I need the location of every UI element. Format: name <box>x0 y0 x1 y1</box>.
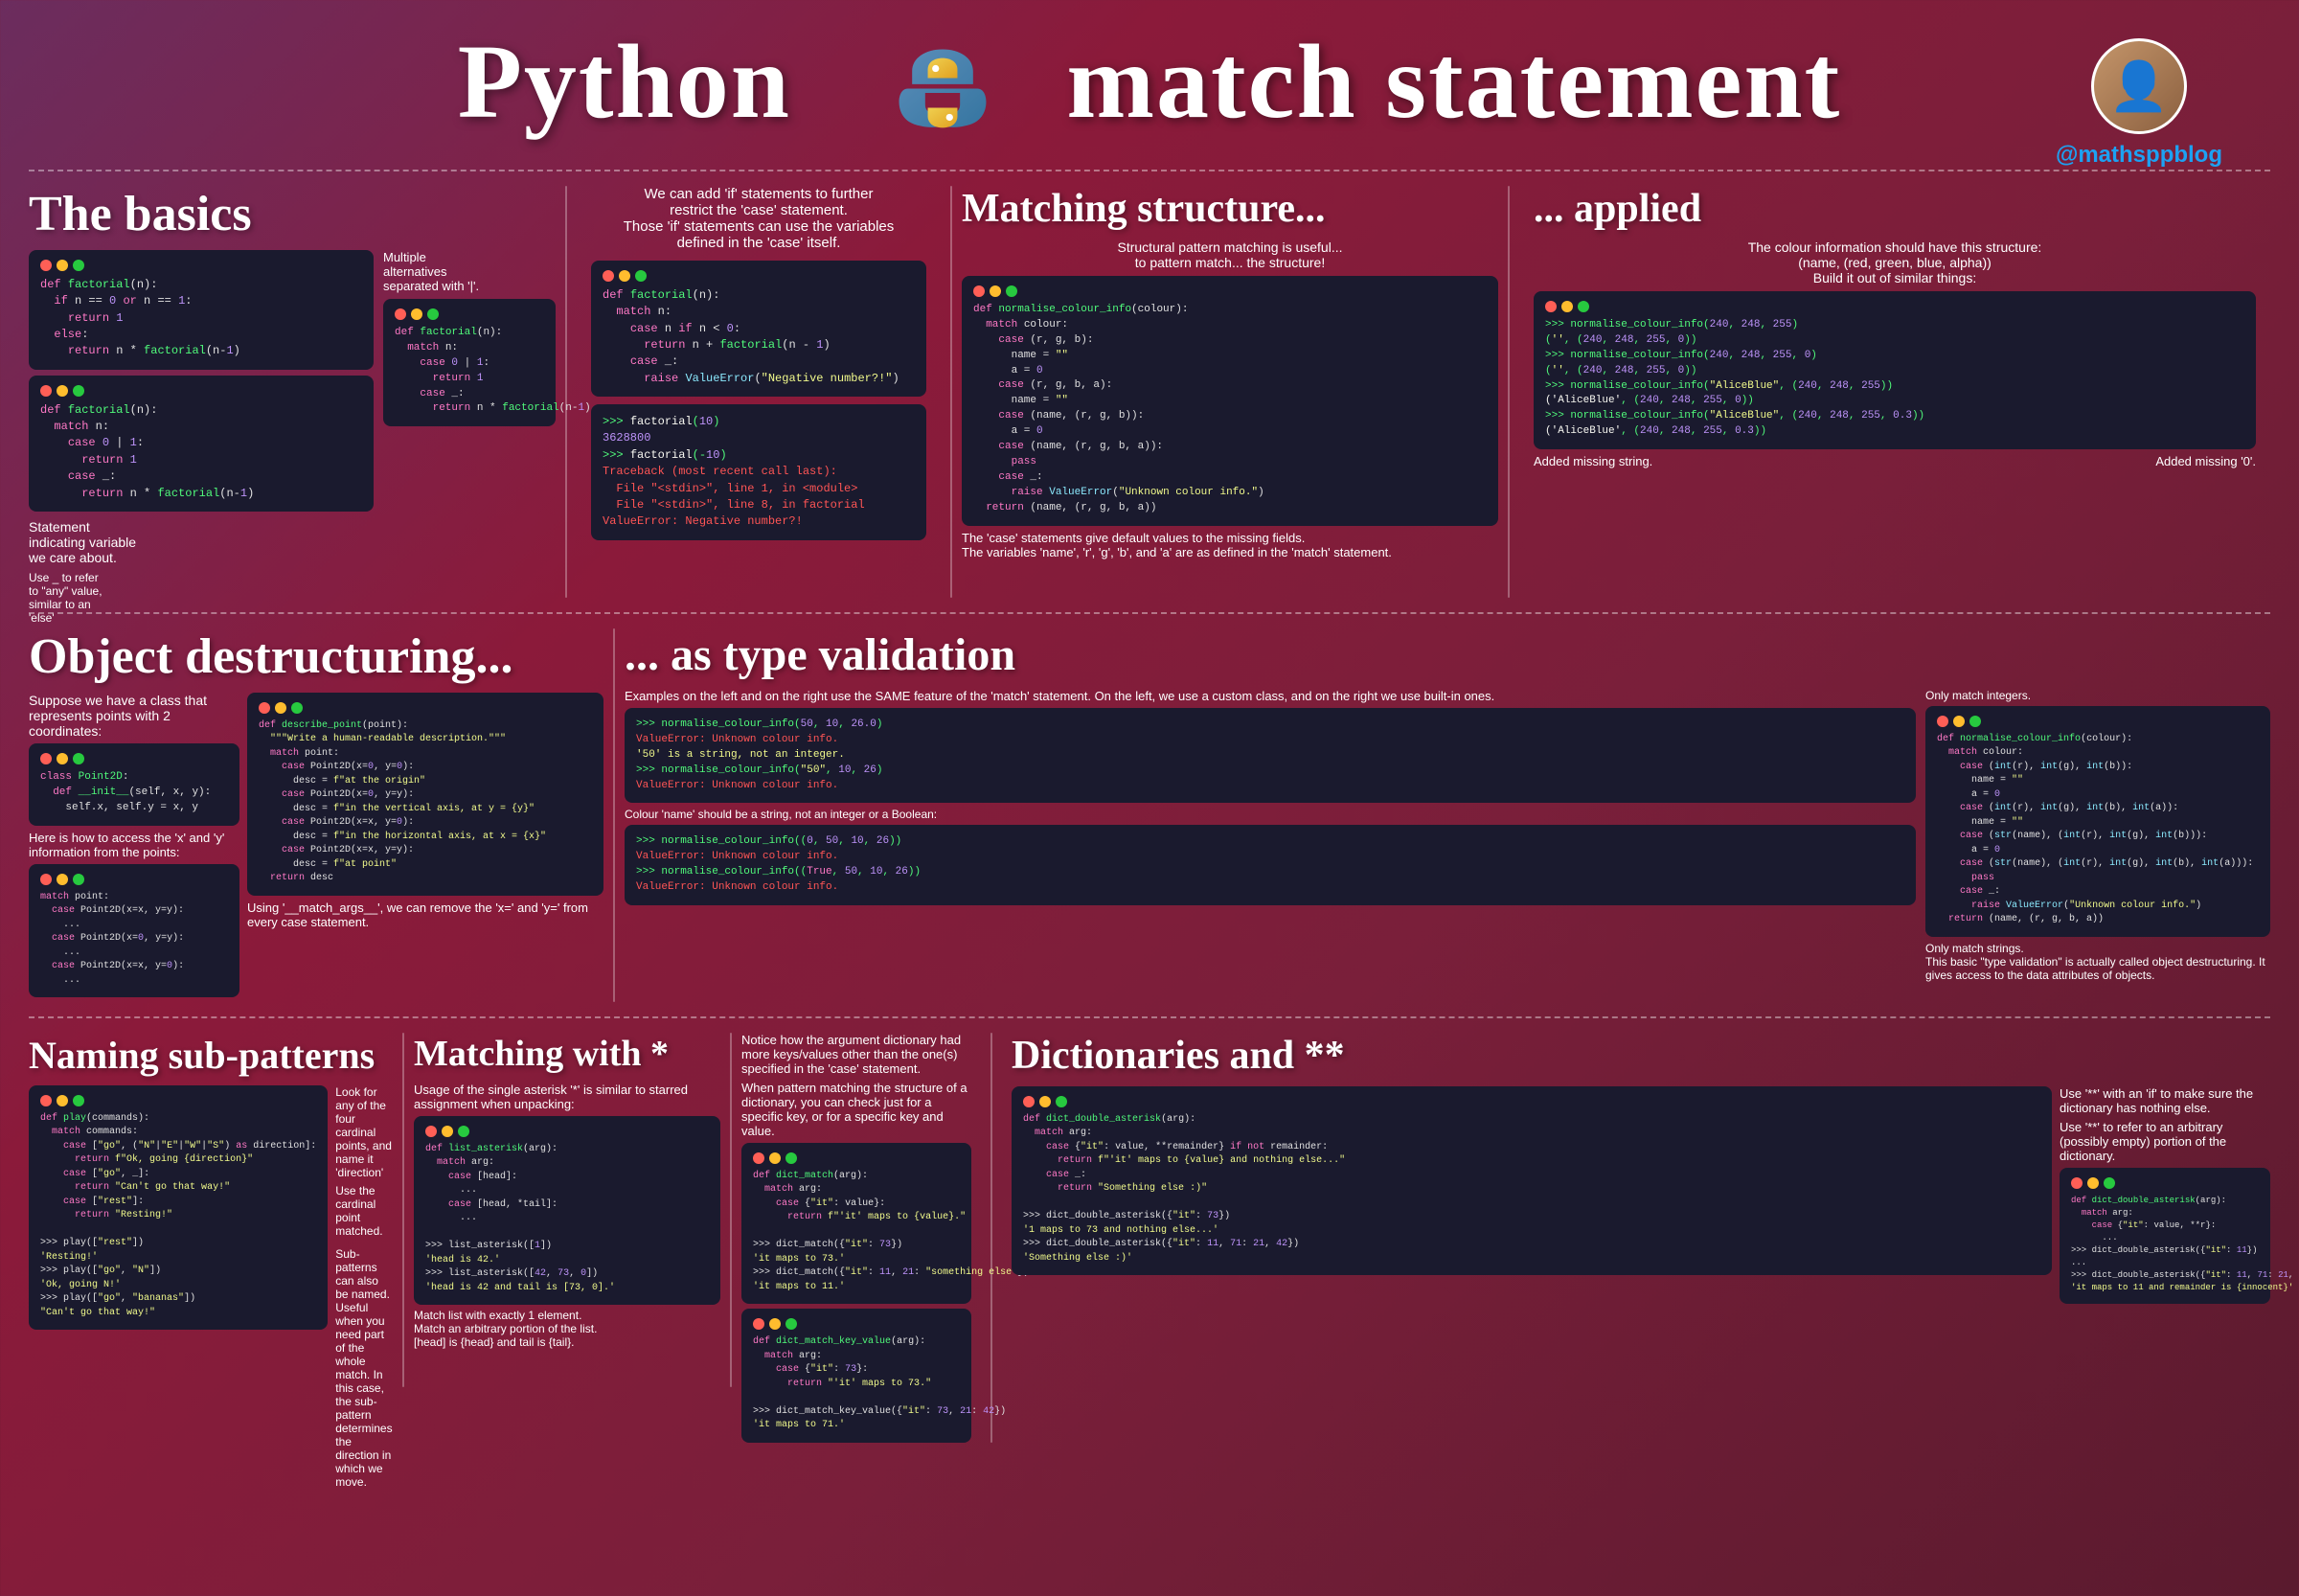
guard-code-2: >>> factorial(10) 3628800 >>> factorial(… <box>591 404 926 540</box>
dict-code-4: def dict_double_asterisk(arg): match arg… <box>2060 1168 2270 1304</box>
tv-code-2: >>> normalise_colour_info((0, 50, 10, 26… <box>625 825 1916 905</box>
divider-top <box>29 170 2270 171</box>
basics-section: The basics def factorial(n): if n == 0 o… <box>29 186 556 598</box>
guard-annotation: We can add 'if' statements to further re… <box>591 186 926 251</box>
tv-code-3: def normalise_colour_info(colour): match… <box>1925 706 2270 937</box>
divider-bot <box>29 1016 2270 1018</box>
basics-title: The basics <box>29 186 556 242</box>
obj-code-3: def describe_point(point): """Write a hu… <box>247 693 603 896</box>
obj-code-1: class Point2D: def __init__(self, x, y):… <box>29 743 239 826</box>
tv-annot-1: Examples on the left and on the right us… <box>625 689 1916 703</box>
naming-subpatterns-section: Naming sub-patterns def play(commands): … <box>29 1033 393 1387</box>
dict-annot-3: Use '**' with an 'if' to make sure the d… <box>2060 1086 2270 1115</box>
basics-annotation-2: Use _ to referto "any" value,similar to … <box>29 571 374 625</box>
ms-annotation-2: The 'case' statements give default value… <box>962 531 1498 545</box>
guard-section: We can add 'if' statements to further re… <box>577 186 941 598</box>
header: Python match statement 👤 @mathsppblog <box>0 0 2299 160</box>
applied-section: ... applied The colour information shoul… <box>1519 186 2270 598</box>
tv-annot-int: Only match integers. <box>1925 689 2270 702</box>
ms-annotation-3: The variables 'name', 'r', 'g', 'b', and… <box>962 545 1498 559</box>
basics-code-2: def factorial(n): match n: case 0 | 1: r… <box>29 376 374 512</box>
applied-note-2: Added missing '0'. <box>2155 454 2256 468</box>
dict-annot-4: Use '**' to refer to an arbitrary (possi… <box>2060 1120 2270 1163</box>
matching-structure-title: Matching structure... <box>962 186 1498 232</box>
dict-title: Dictionaries and ** <box>1012 1033 2270 1079</box>
divider-mid-1 <box>613 628 615 1002</box>
basics-code-3: def factorial(n): match n: case 0 | 1: r… <box>383 299 556 427</box>
tv-annot-str: Only match strings. <box>1925 942 2270 955</box>
star-annot-2: Match list with exactly 1 element. Match… <box>414 1309 720 1349</box>
divider-bot-2 <box>730 1033 732 1387</box>
dict-code-3: def dict_double_asterisk(arg): match arg… <box>1012 1086 2052 1276</box>
divider-1 <box>565 186 567 598</box>
obj-annot-3: Using '__match_args__', we can remove th… <box>247 901 603 929</box>
applied-note-1: Added missing string. <box>1534 454 1652 468</box>
divider-bot-3 <box>990 1033 992 1443</box>
ns-annot-2: Use the cardinal point matched. <box>335 1184 393 1238</box>
basics-annotation-multi: Multiplealternativesseparated with '|'. <box>383 250 556 293</box>
matching-star-title: Matching with * <box>414 1033 720 1075</box>
dictionaries-section: Notice how the argument dictionary had m… <box>741 1033 2270 1387</box>
ms-code: def normalise_colour_info(colour): match… <box>962 276 1498 526</box>
obj-annot-2: Here is how to access the 'x' and 'y' in… <box>29 831 239 859</box>
applied-title: ... applied <box>1534 186 2256 232</box>
dict-code-1: def dict_match(arg): match arg: case {"i… <box>741 1143 971 1305</box>
matching-star-section: Matching with * Usage of the single aste… <box>414 1033 720 1387</box>
dict-annot-1: Notice how the argument dictionary had m… <box>741 1033 971 1076</box>
star-annot-1: Usage of the single asterisk '*' is simi… <box>414 1083 720 1111</box>
mid-row: Object destructuring... Suppose we have … <box>0 624 2299 1007</box>
top-row: The basics def factorial(n): if n == 0 o… <box>0 181 2299 603</box>
bot-row: Naming sub-patterns def play(commands): … <box>0 1028 2299 1392</box>
ns-code-1: def play(commands): match commands: case… <box>29 1085 328 1331</box>
divider-3 <box>1508 186 1510 598</box>
ms-annotation: Structural pattern matching is useful...… <box>962 239 1498 270</box>
obj-destructuring-section: Object destructuring... Suppose we have … <box>29 628 603 1002</box>
main-title: Python match statement <box>0 29 2299 141</box>
tv-annot-2: Colour 'name' should be a string, not an… <box>625 808 1916 821</box>
ns-annot-1: Look for any of the four cardinal points… <box>335 1085 393 1179</box>
dict-annot-2: When pattern matching the structure of a… <box>741 1081 971 1138</box>
tv-code-1: >>> normalise_colour_info(50, 10, 26.0) … <box>625 708 1916 804</box>
dict-code-2: def dict_match_key_value(arg): match arg… <box>741 1309 971 1443</box>
applied-annotation: The colour information should have this … <box>1534 239 2256 285</box>
obj-annot-1: Suppose we have a class that represents … <box>29 693 239 739</box>
python-logo-icon <box>895 45 990 141</box>
matching-structure-section: Matching structure... Structural pattern… <box>962 186 1498 598</box>
twitter-badge: 👤 @mathsppblog <box>2056 38 2222 169</box>
type-validation-title: ... as type validation <box>625 628 2270 681</box>
divider-2 <box>950 186 952 598</box>
ns-annot-3: Sub-patterns can also be named. Useful w… <box>335 1247 393 1489</box>
star-code-1: def list_asterisk(arg): match arg: case … <box>414 1116 720 1306</box>
tv-annot-3: This basic "type validation" is actually… <box>1925 955 2270 982</box>
basics-code-1: def factorial(n): if n == 0 or n == 1: r… <box>29 250 374 370</box>
divider-bot-1 <box>402 1033 404 1387</box>
obj-destructuring-title: Object destructuring... <box>29 628 603 685</box>
avatar: 👤 <box>2091 38 2187 134</box>
guard-code-1: def factorial(n): match n: case n if n <… <box>591 261 926 397</box>
applied-code: >>> normalise_colour_info(240, 248, 255)… <box>1534 291 2256 450</box>
naming-subpatterns-title: Naming sub-patterns <box>29 1033 393 1078</box>
obj-code-2: match point: case Point2D(x=x, y=y): ...… <box>29 864 239 998</box>
basics-annotation-1: Statementindicating variablewe care abou… <box>29 519 374 565</box>
type-validation-section: ... as type validation Examples on the l… <box>625 628 2270 1002</box>
twitter-handle: @mathsppblog <box>2056 142 2222 169</box>
